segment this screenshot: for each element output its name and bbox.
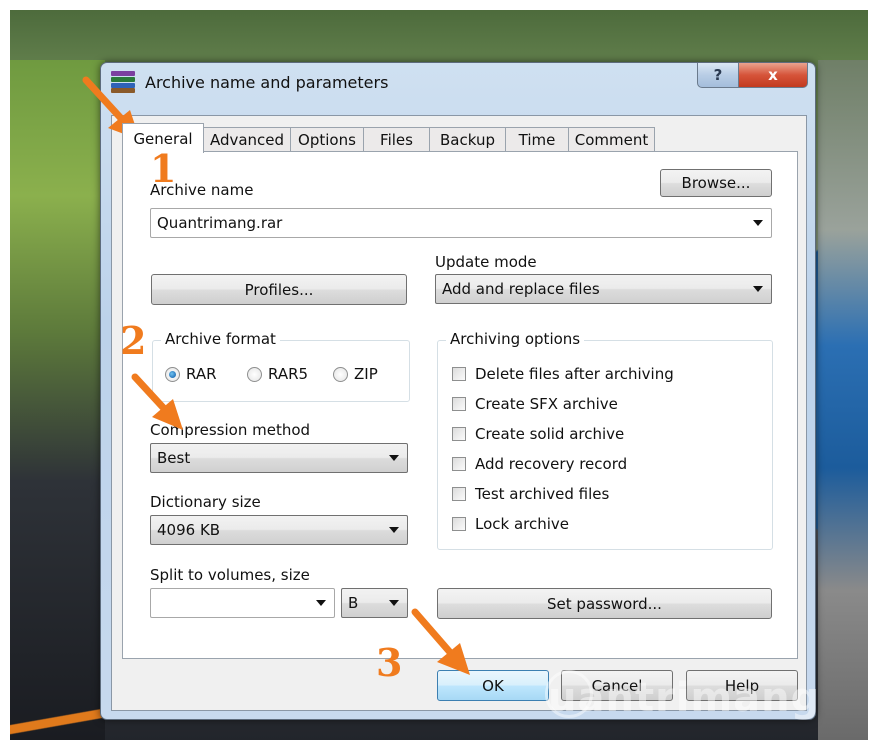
step-3-number: 3 <box>376 640 403 685</box>
checkbox-icon[interactable] <box>452 397 466 411</box>
compression-label: Compression method <box>150 421 311 439</box>
split-size-combo[interactable] <box>150 588 335 618</box>
radio-rar5[interactable]: RAR5 <box>247 365 308 383</box>
dictionary-label: Dictionary size <box>150 493 261 511</box>
option-label: Delete files after archiving <box>475 365 674 383</box>
option-test-archived[interactable]: Test archived files <box>452 485 609 503</box>
chevron-down-icon[interactable] <box>753 220 763 226</box>
title-help-button[interactable]: ? <box>697 63 739 88</box>
option-label: Create SFX archive <box>475 395 618 413</box>
update-mode-value: Add and replace files <box>442 280 600 298</box>
archive-dialog: Archive name and parameters ? x General … <box>100 62 816 720</box>
archive-format-group: Archive format RAR RAR5 ZIP <box>152 330 410 402</box>
ok-button[interactable]: OK <box>437 670 549 701</box>
compression-select[interactable]: Best <box>150 443 408 473</box>
radio-rar5-label: RAR5 <box>268 365 309 383</box>
dialog-title: Archive name and parameters <box>145 73 389 92</box>
browse-button[interactable]: Browse... <box>660 169 772 197</box>
option-lock-archive[interactable]: Lock archive <box>452 515 569 533</box>
tab-advanced[interactable]: Advanced <box>203 127 291 152</box>
split-unit-select[interactable]: B <box>341 588 408 618</box>
radio-rar[interactable]: RAR <box>165 365 217 383</box>
profiles-button[interactable]: Profiles... <box>151 274 407 305</box>
checkbox-icon[interactable] <box>452 487 466 501</box>
tab-options[interactable]: Options <box>290 127 364 152</box>
option-add-recovery[interactable]: Add recovery record <box>452 455 627 473</box>
tab-backup[interactable]: Backup <box>429 127 506 152</box>
winrar-icon <box>111 71 135 93</box>
radio-selected-icon[interactable] <box>165 366 180 382</box>
chevron-down-icon[interactable] <box>753 286 763 292</box>
tab-general[interactable]: General <box>122 123 204 153</box>
option-create-solid[interactable]: Create solid archive <box>452 425 624 443</box>
split-label: Split to volumes, size <box>150 566 310 584</box>
archiving-options-group: Archiving options Delete files after arc… <box>437 330 773 550</box>
checkbox-icon[interactable] <box>452 367 466 381</box>
archive-name-value: Quantrimang.rar <box>157 214 283 232</box>
checkbox-icon[interactable] <box>452 517 466 531</box>
general-panel: Archive name Browse... Quantrimang.rar U… <box>122 151 798 659</box>
option-label: Test archived files <box>475 485 610 503</box>
option-label: Lock archive <box>475 515 570 533</box>
close-button[interactable]: x <box>738 63 808 88</box>
chevron-down-icon[interactable] <box>389 527 399 533</box>
option-label: Add recovery record <box>475 455 628 473</box>
background-photo-right <box>818 60 868 740</box>
update-mode-select[interactable]: Add and replace files <box>435 274 772 304</box>
option-label: Create solid archive <box>475 425 625 443</box>
checkbox-icon[interactable] <box>452 457 466 471</box>
archiving-options-title: Archiving options <box>446 330 585 348</box>
radio-zip-label: ZIP <box>354 365 378 383</box>
step-2-number: 2 <box>120 318 147 363</box>
radio-rar-label: RAR <box>186 365 217 383</box>
chevron-down-icon[interactable] <box>316 600 326 606</box>
chevron-down-icon[interactable] <box>389 455 399 461</box>
archive-name-combo[interactable]: Quantrimang.rar <box>150 208 772 238</box>
tab-files[interactable]: Files <box>363 127 430 152</box>
dictionary-select[interactable]: 4096 KB <box>150 515 408 545</box>
set-password-button[interactable]: Set password... <box>437 588 772 619</box>
radio-icon[interactable] <box>333 366 348 382</box>
archive-format-title: Archive format <box>161 330 280 348</box>
radio-zip[interactable]: ZIP <box>333 365 378 383</box>
dictionary-value: 4096 KB <box>157 521 221 539</box>
split-unit-value: B <box>348 594 359 612</box>
checkbox-icon[interactable] <box>452 427 466 441</box>
dialog-client: General Advanced Options Files Backup Ti… <box>111 115 807 711</box>
tab-comment[interactable]: Comment <box>568 127 655 152</box>
radio-icon[interactable] <box>247 366 262 382</box>
chevron-down-icon[interactable] <box>389 600 399 606</box>
compression-value: Best <box>157 449 191 467</box>
background-photo-left <box>10 60 105 740</box>
tab-time[interactable]: Time <box>505 127 569 152</box>
option-delete-files[interactable]: Delete files after archiving <box>452 365 674 383</box>
update-mode-label: Update mode <box>435 253 537 271</box>
watermark: uantrimang <box>548 675 821 721</box>
option-create-sfx[interactable]: Create SFX archive <box>452 395 618 413</box>
